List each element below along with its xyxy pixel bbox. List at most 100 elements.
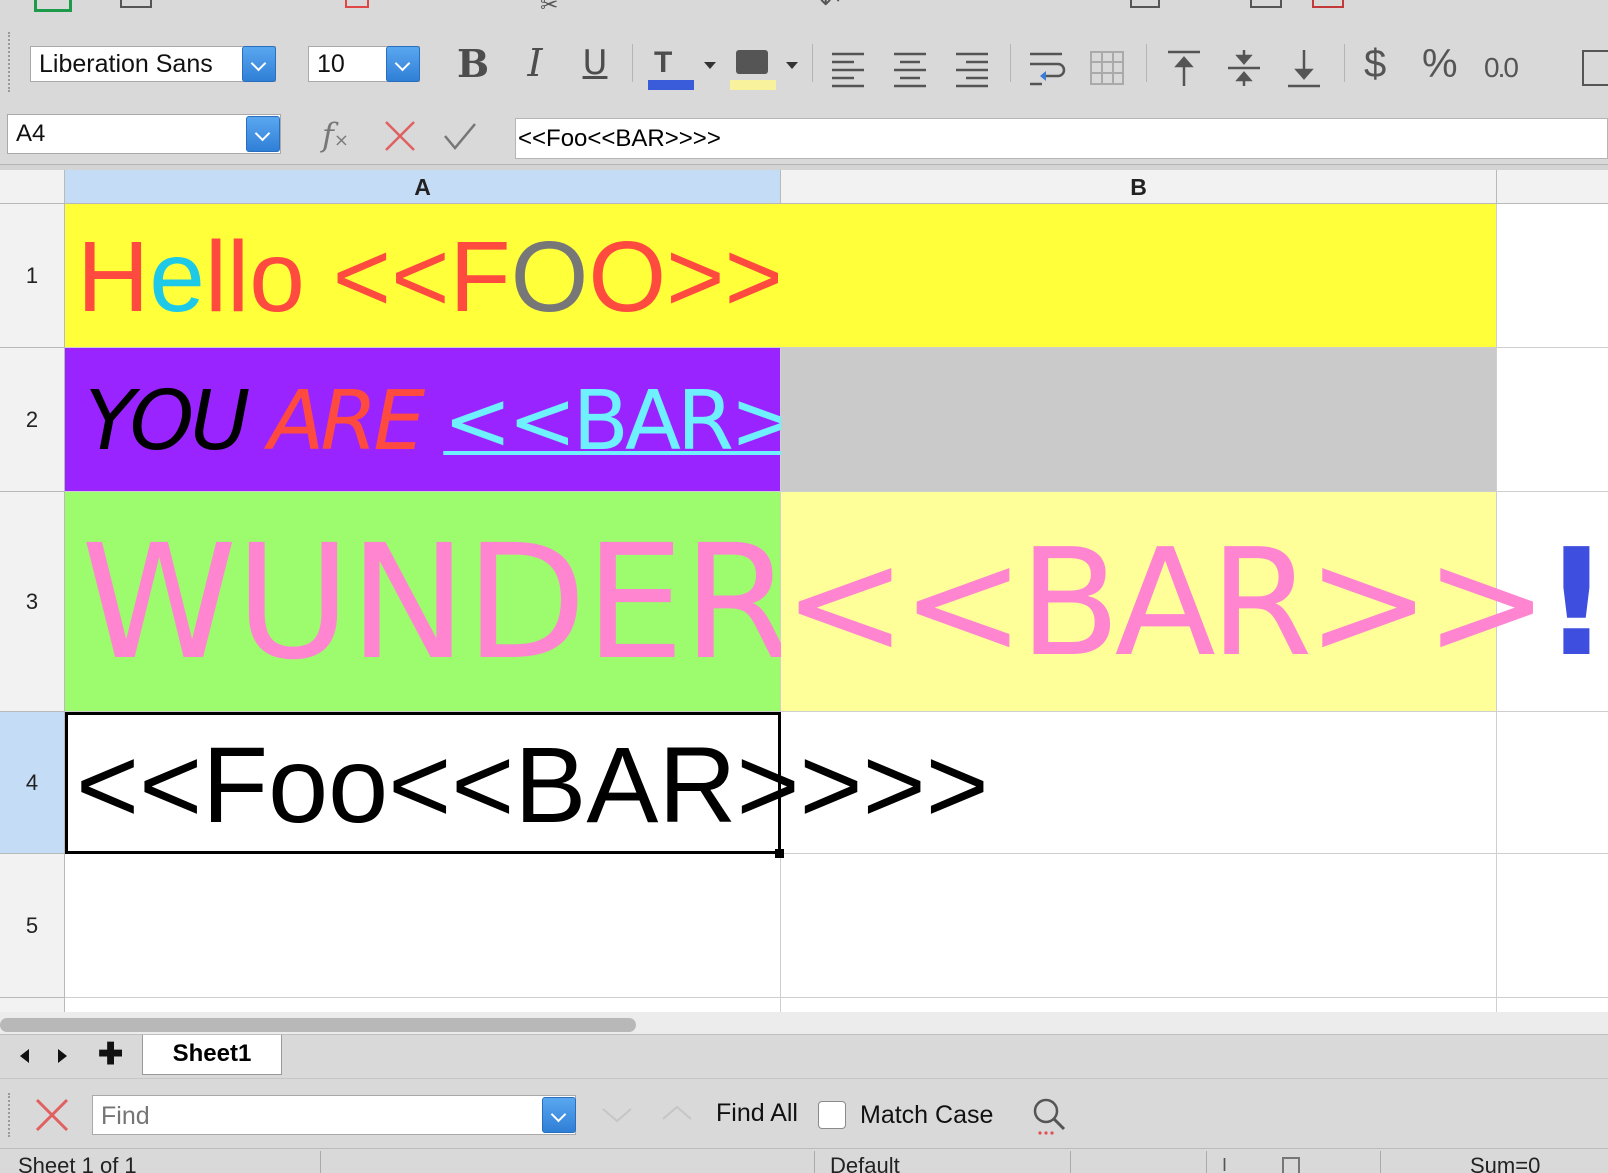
toolbar-grip[interactable]	[8, 32, 14, 92]
font-name-box[interactable]: Liberation Sans	[30, 46, 276, 82]
find-field[interactable]	[92, 1095, 576, 1135]
cell-a4-selected[interactable]: <<Foo<<BAR>>>>	[65, 712, 989, 854]
underline-icon[interactable]: U	[572, 40, 618, 86]
delete-columns-icon[interactable]	[1312, 0, 1344, 8]
column-header-a[interactable]: A	[65, 170, 781, 204]
row-header-2[interactable]: 2	[0, 348, 65, 492]
cell-c6[interactable]	[1497, 998, 1608, 1012]
cell-c1[interactable]	[1497, 204, 1608, 348]
delete-rows-icon[interactable]	[1250, 0, 1282, 8]
new-icon[interactable]	[120, 0, 152, 8]
previous-sheet-icon[interactable]	[20, 1049, 29, 1063]
align-right-icon[interactable]	[954, 48, 990, 88]
add-sheet-icon[interactable]: ✚	[98, 1037, 123, 1072]
align-left-icon[interactable]	[830, 48, 866, 88]
separator	[1010, 44, 1011, 82]
row-header-label: 3	[25, 588, 39, 614]
horizontal-scrollbar[interactable]	[0, 1012, 1608, 1034]
align-bottom-icon[interactable]	[1286, 48, 1322, 88]
cell-c4[interactable]	[1497, 712, 1608, 854]
spreadsheet-icon[interactable]	[34, 0, 72, 12]
undo-icon[interactable]: ↶	[820, 0, 840, 17]
cell-b6[interactable]	[781, 998, 1497, 1012]
separator	[814, 1151, 815, 1173]
select-all-corner[interactable]	[0, 170, 65, 204]
font-name-dropdown[interactable]	[242, 46, 276, 82]
insert-rows-icon[interactable]	[1130, 0, 1160, 8]
find-all-button[interactable]: Find All	[716, 1099, 798, 1128]
spreadsheet-grid: A B 1 2 3 4 5 Hello <<FOO>> YOU ARE <<BA…	[0, 170, 1608, 1012]
formatting-toolbar: Liberation Sans 10 B I U T $ % 0.0	[0, 18, 1608, 107]
cell-a6[interactable]	[65, 998, 781, 1012]
accept-icon[interactable]	[442, 120, 478, 152]
toolbar-grip[interactable]	[8, 1093, 12, 1137]
row-header-6[interactable]	[0, 998, 65, 1012]
currency-icon[interactable]: $	[1364, 42, 1386, 87]
selection-sum: Sum=0	[1470, 1153, 1541, 1173]
find-dropdown[interactable]	[542, 1097, 576, 1133]
font-color-icon[interactable]: T	[648, 46, 696, 90]
row-header-4[interactable]: 4	[0, 712, 65, 854]
cancel-icon[interactable]	[382, 118, 418, 154]
find-and-replace-icon[interactable]	[1030, 1095, 1070, 1135]
cell-c3[interactable]	[1497, 492, 1608, 712]
percent-icon[interactable]: %	[1422, 42, 1458, 87]
row-header-label: 1	[25, 262, 39, 288]
find-next-icon[interactable]	[600, 1105, 634, 1125]
scrollbar-thumb[interactable]	[0, 1018, 636, 1032]
cut-icon[interactable]: ✂	[540, 0, 558, 18]
cell-a1[interactable]: Hello <<FOO>>	[65, 204, 1497, 348]
number-format-icon[interactable]: 0.0	[1484, 52, 1519, 84]
cell-b3-text: <<BAR>>!!!	[783, 518, 1608, 688]
column-header-label: A	[414, 174, 431, 200]
match-case-checkbox[interactable]	[818, 1101, 846, 1129]
highlight-color-icon[interactable]	[730, 46, 778, 90]
wrap-text-icon[interactable]	[1028, 48, 1066, 88]
cell-c5[interactable]	[1497, 854, 1608, 998]
page-style[interactable]: Default	[830, 1153, 900, 1173]
font-size-dropdown[interactable]	[386, 46, 420, 82]
export-pdf-icon[interactable]	[345, 0, 369, 8]
bold-icon[interactable]: B	[450, 40, 496, 86]
cell-a2[interactable]: YOU ARE <<BAR>>	[65, 348, 863, 492]
close-find-icon[interactable]	[34, 1097, 70, 1133]
sheet-tab-sheet1[interactable]: Sheet1	[142, 1035, 282, 1075]
center-vertically-icon[interactable]	[1226, 48, 1262, 88]
find-input[interactable]	[99, 1098, 533, 1134]
font-color-swatch	[648, 80, 694, 90]
column-header-c[interactable]	[1497, 170, 1608, 204]
cell-b2[interactable]	[781, 348, 1497, 492]
text-run: llo <<F	[204, 221, 511, 333]
date-format-icon[interactable]	[1582, 50, 1608, 86]
name-box[interactable]: A4	[7, 114, 281, 154]
currency-label: $	[1364, 42, 1387, 86]
cell-a1-text: Hello <<FOO>>	[77, 222, 783, 332]
highlight-dropdown-icon[interactable]	[786, 62, 798, 69]
align-top-icon[interactable]	[1166, 48, 1202, 88]
row-header-3[interactable]: 3	[0, 492, 65, 712]
cell-c2[interactable]	[1497, 348, 1608, 492]
text-run: O>>	[588, 221, 783, 333]
row-header-1[interactable]: 1	[0, 204, 65, 348]
next-sheet-icon[interactable]	[58, 1049, 67, 1063]
cell-a3[interactable]: WUNDER	[65, 492, 792, 712]
italic-icon[interactable]: I	[512, 40, 558, 86]
function-wizard-icon[interactable]: f×	[322, 116, 349, 154]
find-all-label: Find All	[716, 1099, 798, 1127]
cell-b5[interactable]	[781, 854, 1497, 998]
text-run: H	[77, 221, 150, 333]
name-box-dropdown[interactable]	[246, 116, 280, 152]
find-previous-icon[interactable]	[660, 1103, 694, 1123]
fill-handle[interactable]	[775, 849, 784, 858]
cell-a5[interactable]	[65, 854, 781, 998]
number-format-label: 0.0	[1484, 52, 1519, 83]
row-header-5[interactable]: 5	[0, 854, 65, 998]
align-center-icon[interactable]	[892, 48, 928, 88]
cell-b3[interactable]: <<BAR>>!!!	[781, 492, 1608, 712]
font-color-dropdown-icon[interactable]	[704, 62, 716, 69]
merge-cells-icon[interactable]	[1088, 48, 1126, 88]
formula-input[interactable]: <<Foo<<BAR>>>>	[515, 118, 1608, 159]
column-header-b[interactable]: B	[781, 170, 1497, 204]
separator	[1344, 44, 1345, 82]
save-status-icon[interactable]	[1282, 1157, 1300, 1173]
